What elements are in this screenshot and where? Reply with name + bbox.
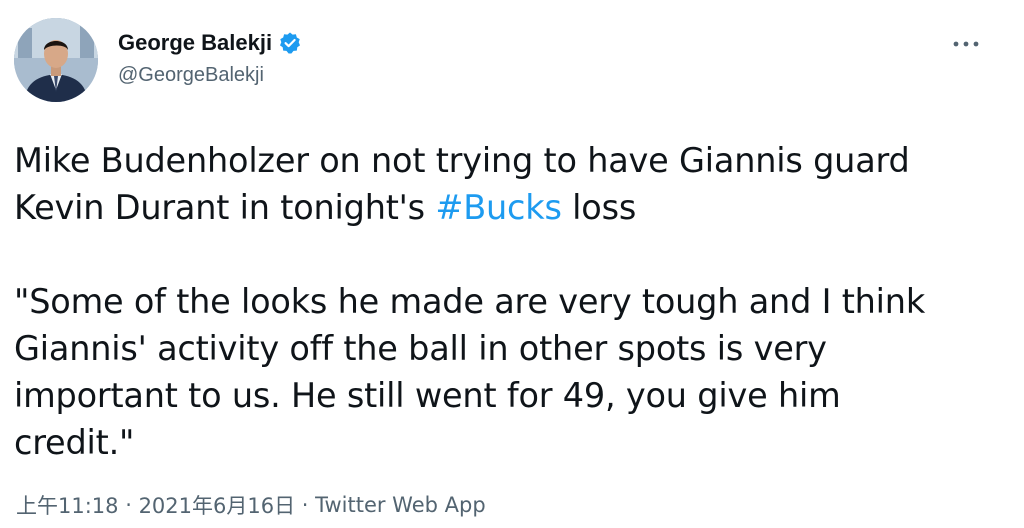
quote-line: important to us. He still went for 49, y… [14, 376, 841, 415]
verified-badge-icon [278, 31, 302, 55]
meta-separator: · [118, 493, 139, 517]
more-options-icon[interactable] [946, 32, 986, 56]
quote-line: credit." [14, 423, 135, 462]
tweet-text: Mike Budenholzer on not trying to have G… [14, 137, 1014, 466]
display-name[interactable]: George Balekji [118, 30, 272, 56]
handle[interactable]: @GeorgeBalekji [118, 64, 302, 87]
author-info: George Balekji @GeorgeBalekji [118, 28, 302, 87]
name-row: George Balekji [118, 28, 302, 58]
tweet-line-2: Kevin Durant in tonight's #Bucks loss [14, 184, 1014, 231]
quote-line: "Some of the looks he made are very toug… [14, 282, 926, 321]
tweet-card: George Balekji @GeorgeBalekji Mike Buden… [0, 0, 1024, 528]
quote-line: Giannis' activity off the ball in other … [14, 329, 827, 368]
tweet-source[interactable]: Twitter Web App [315, 493, 486, 517]
tweet-time[interactable]: 上午11:18 [16, 490, 119, 520]
meta-separator: · [295, 493, 316, 517]
tweet-line-2-prefix: Kevin Durant in tonight's [14, 188, 436, 227]
tweet-metadata: 上午11:18 · 2021年6月16日 · Twitter Web App [16, 490, 486, 520]
tweet-line-2-suffix: loss [561, 188, 637, 227]
hashtag-link[interactable]: #Bucks [435, 188, 562, 227]
tweet-line-1: Mike Budenholzer on not trying to have G… [14, 141, 910, 180]
tweet-date[interactable]: 2021年6月16日 [139, 490, 296, 520]
avatar[interactable] [14, 18, 98, 102]
